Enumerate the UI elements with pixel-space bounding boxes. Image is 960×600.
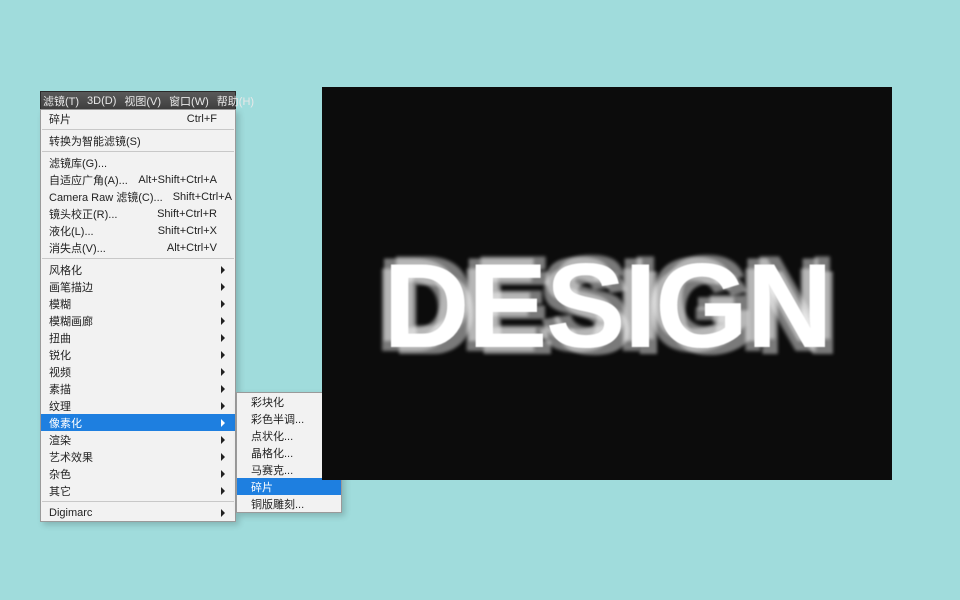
- menu-item-shortcut: Shift+Ctrl+R: [157, 208, 217, 220]
- menu-item-shortcut: Alt+Ctrl+V: [167, 242, 217, 254]
- menu-item-label: 消失点(V)...: [49, 240, 157, 256]
- menu-item-label: 转换为智能滤镜(S): [49, 133, 217, 149]
- menu-item-shortcut: Alt+Shift+Ctrl+A: [138, 174, 217, 186]
- menu-item-label: 锐化: [49, 347, 217, 363]
- menubar: 滤镜(T) 3D(D) 视图(V) 窗口(W) 帮助(H): [40, 91, 236, 109]
- submenu-item-mezzotint[interactable]: 铜版雕刻...: [237, 495, 341, 512]
- menu-item-filter-gallery[interactable]: 滤镜库(G)...: [41, 154, 235, 171]
- menu-item-label: 模糊: [49, 296, 217, 312]
- design-text-base: DESIGN: [383, 239, 831, 373]
- menubar-item-help[interactable]: 帮助(H): [217, 93, 254, 109]
- menu-item-label: 彩色半调...: [251, 411, 323, 427]
- menu-item-label: 铜版雕刻...: [251, 496, 323, 512]
- menu-item-shortcut: Ctrl+F: [187, 113, 217, 125]
- menu-item-label: 镜头校正(R)...: [49, 206, 147, 222]
- menu-item-video[interactable]: 视频: [41, 363, 235, 380]
- design-text: DESIGN DESIGN DESIGN DESIGN DESIGN: [322, 237, 892, 375]
- menu-item-label: 艺术效果: [49, 449, 217, 465]
- menu-item-brush-strokes[interactable]: 画笔描边: [41, 278, 235, 295]
- menu-item-shortcut: Shift+Ctrl+A: [173, 191, 232, 203]
- menubar-item-filter[interactable]: 滤镜(T): [43, 93, 79, 109]
- menu-separator: [42, 129, 234, 130]
- menu-item-sharpen[interactable]: 锐化: [41, 346, 235, 363]
- submenu-item-fragment[interactable]: 碎片: [237, 478, 341, 495]
- menu-item-label: Camera Raw 滤镜(C)...: [49, 189, 163, 205]
- canvas-preview: DESIGN DESIGN DESIGN DESIGN DESIGN: [322, 87, 892, 480]
- menu-separator: [42, 258, 234, 259]
- menu-item-label: 马赛克...: [251, 462, 323, 478]
- menu-item-label: 渲染: [49, 432, 217, 448]
- menu-item-label: 风格化: [49, 262, 217, 278]
- menu-item-label: 彩块化: [251, 394, 323, 410]
- menu-item-vanishing-point[interactable]: 消失点(V)... Alt+Ctrl+V: [41, 239, 235, 256]
- menubar-item-view[interactable]: 视图(V): [124, 93, 161, 109]
- menubar-item-window[interactable]: 窗口(W): [169, 93, 209, 109]
- menu-item-label: 纹理: [49, 398, 217, 414]
- menu-item-label: 画笔描边: [49, 279, 217, 295]
- menu-item-label: 碎片: [49, 111, 177, 127]
- menu-item-sketch[interactable]: 素描: [41, 380, 235, 397]
- menu-item-lens-correction[interactable]: 镜头校正(R)... Shift+Ctrl+R: [41, 205, 235, 222]
- menu-item-label: 晶格化...: [251, 445, 323, 461]
- menu-item-adaptive-wide[interactable]: 自适应广角(A)... Alt+Shift+Ctrl+A: [41, 171, 235, 188]
- menu-item-label: 滤镜库(G)...: [49, 155, 217, 171]
- menu-item-camera-raw[interactable]: Camera Raw 滤镜(C)... Shift+Ctrl+A: [41, 188, 235, 205]
- menu-item-render[interactable]: 渲染: [41, 431, 235, 448]
- menu-item-noise[interactable]: 杂色: [41, 465, 235, 482]
- menu-item-last-filter[interactable]: 碎片 Ctrl+F: [41, 110, 235, 127]
- menu-item-label: 素描: [49, 381, 217, 397]
- menu-item-artistic[interactable]: 艺术效果: [41, 448, 235, 465]
- menu-item-digimarc[interactable]: Digimarc: [41, 504, 235, 521]
- menu-item-label: 像素化: [49, 415, 217, 431]
- menu-item-texture[interactable]: 纹理: [41, 397, 235, 414]
- menu-item-label: 扭曲: [49, 330, 217, 346]
- menu-item-convert-smart[interactable]: 转换为智能滤镜(S): [41, 132, 235, 149]
- menu-item-label: 杂色: [49, 466, 217, 482]
- filter-menu: 碎片 Ctrl+F 转换为智能滤镜(S) 滤镜库(G)... 自适应广角(A).…: [40, 109, 236, 522]
- menu-item-blur[interactable]: 模糊: [41, 295, 235, 312]
- menu-item-label: Digimarc: [49, 507, 217, 519]
- menu-item-label: 碎片: [251, 479, 323, 495]
- menu-item-distort[interactable]: 扭曲: [41, 329, 235, 346]
- menu-item-stylize[interactable]: 风格化: [41, 261, 235, 278]
- menu-item-other[interactable]: 其它: [41, 482, 235, 499]
- menu-item-blur-gallery[interactable]: 模糊画廊: [41, 312, 235, 329]
- menu-item-liquify[interactable]: 液化(L)... Shift+Ctrl+X: [41, 222, 235, 239]
- menu-item-label: 点状化...: [251, 428, 323, 444]
- menu-item-shortcut: Shift+Ctrl+X: [158, 225, 217, 237]
- menu-item-label: 液化(L)...: [49, 223, 148, 239]
- menubar-item-3d[interactable]: 3D(D): [87, 95, 116, 107]
- menu-item-pixelate[interactable]: 像素化: [41, 414, 235, 431]
- menu-separator: [42, 151, 234, 152]
- menu-item-label: 自适应广角(A)...: [49, 172, 128, 188]
- menu-item-label: 视频: [49, 364, 217, 380]
- menu-item-label: 其它: [49, 483, 217, 499]
- menu-item-label: 模糊画廊: [49, 313, 217, 329]
- menu-separator: [42, 501, 234, 502]
